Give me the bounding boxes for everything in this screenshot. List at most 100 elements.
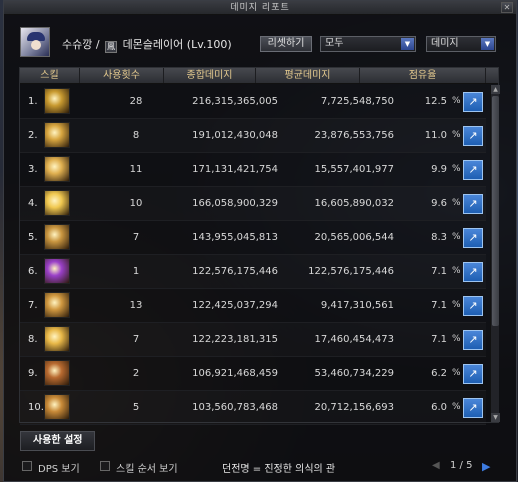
table-row[interactable]: 9. 2 106,921,468,459 53,460,734,229 6.2 … <box>20 357 486 391</box>
skill-icon <box>44 394 70 420</box>
row-casts: 10 <box>129 198 143 209</box>
scroll-down-icon[interactable]: ▼ <box>491 413 500 422</box>
detail-button[interactable]: ↗ <box>463 262 483 282</box>
row-total-damage: 166,058,900,329 <box>192 198 278 209</box>
reset-button[interactable]: 리셋하기 <box>260 36 312 52</box>
skill-table: 스킬 사용횟수 종합데미지 평균데미지 점유율 1. 28 216,315,36… <box>19 67 500 425</box>
row-rank: 3. <box>28 164 38 175</box>
class-icon: 鳳 <box>105 41 118 53</box>
row-total-damage: 122,223,181,315 <box>192 334 278 345</box>
skill-icon <box>44 258 70 284</box>
header-avg-damage[interactable]: 평균데미지 <box>256 68 360 83</box>
table-row[interactable]: 3. 11 171,131,421,754 15,557,401,977 9.9… <box>20 153 486 187</box>
header-casts[interactable]: 사용횟수 <box>80 68 164 83</box>
row-share: 6.2 <box>431 368 447 379</box>
detail-button[interactable]: ↗ <box>463 364 483 384</box>
detail-button[interactable]: ↗ <box>463 160 483 180</box>
table-row[interactable]: 4. 10 166,058,900,329 16,605,890,032 9.6… <box>20 187 486 221</box>
row-avg-damage: 16,605,890,032 <box>314 198 394 209</box>
row-total-damage: 216,315,365,005 <box>192 96 278 107</box>
row-total-damage: 103,560,783,468 <box>192 402 278 413</box>
scrollbar[interactable]: ▲ ▼ <box>490 85 500 422</box>
table-row[interactable]: 1. 28 216,315,365,005 7,725,548,750 12.5… <box>20 85 486 119</box>
skill-icon <box>44 292 70 318</box>
table-row[interactable]: 5. 7 143,955,045,813 20,565,006,544 8.3 … <box>20 221 486 255</box>
chevron-down-icon[interactable]: ▼ <box>401 38 414 50</box>
external-link-icon: ↗ <box>468 299 478 312</box>
skill-icon <box>44 122 70 148</box>
filter-select-value: 모두 <box>325 38 344 49</box>
row-avg-damage: 23,876,553,756 <box>314 130 394 141</box>
dungeon-title: 던전명 = 진정한 의식의 관 <box>222 464 336 475</box>
scroll-up-icon[interactable]: ▲ <box>491 85 500 94</box>
detail-button[interactable]: ↗ <box>463 398 483 418</box>
skill-icon <box>44 360 70 386</box>
row-casts: 13 <box>129 300 143 311</box>
detail-button[interactable]: ↗ <box>463 296 483 316</box>
chevron-down-icon[interactable]: ▼ <box>481 38 494 50</box>
row-share: 8.3 <box>431 232 447 243</box>
row-rank: 1. <box>28 96 38 107</box>
avatar <box>20 27 50 57</box>
detail-button[interactable]: ↗ <box>463 228 483 248</box>
external-link-icon: ↗ <box>468 401 478 414</box>
detail-button[interactable]: ↗ <box>463 194 483 214</box>
table-row[interactable]: 6. 1 122,576,175,446 122,576,175,446 7.1… <box>20 255 486 289</box>
header-total-damage[interactable]: 종합데미지 <box>164 68 256 83</box>
row-rank: 8. <box>28 334 38 345</box>
window-title: 데미지 리포트 <box>230 3 290 13</box>
row-total-damage: 191,012,430,048 <box>192 130 278 141</box>
character-name-prefix: 수슈깡 / <box>62 38 100 51</box>
row-casts: 2 <box>132 368 140 379</box>
percent-sign: % <box>452 402 461 412</box>
percent-sign: % <box>452 232 461 242</box>
external-link-icon: ↗ <box>468 333 478 346</box>
skill-icon <box>44 326 70 352</box>
sort-select-value: 데미지 <box>431 38 459 49</box>
dps-label: DPS 보기 <box>38 464 80 475</box>
row-share: 7.1 <box>431 266 447 277</box>
filter-select[interactable]: 모두 ▼ <box>320 36 416 52</box>
sort-select[interactable]: 데미지 ▼ <box>426 36 496 52</box>
percent-sign: % <box>452 130 461 140</box>
table-row[interactable]: 2. 8 191,012,430,048 23,876,553,756 11.0… <box>20 119 486 153</box>
next-page-icon[interactable]: ▶ <box>482 460 492 473</box>
character-name: 수슈깡 / 鳳 데몬슬레이어 (Lv.100) <box>62 36 232 53</box>
tab-used-settings[interactable]: 사용한 설정 <box>20 431 96 451</box>
percent-sign: % <box>452 266 461 276</box>
external-link-icon: ↗ <box>468 231 478 244</box>
percent-sign: % <box>452 300 461 310</box>
row-avg-damage: 20,565,006,544 <box>314 232 394 243</box>
detail-button[interactable]: ↗ <box>463 126 483 146</box>
table-row[interactable]: 7. 13 122,425,037,294 9,417,310,561 7.1 … <box>20 289 486 323</box>
row-total-damage: 106,921,468,459 <box>192 368 278 379</box>
row-rank: 2. <box>28 130 38 141</box>
scroll-thumb[interactable] <box>492 96 499 326</box>
row-avg-damage: 122,576,175,446 <box>308 266 394 277</box>
report-header: 수슈깡 / 鳳 데몬슬레이어 (Lv.100) 리셋하기 모두 ▼ 데미지 ▼ <box>16 27 506 59</box>
row-avg-damage: 15,557,401,977 <box>314 164 394 175</box>
prev-page-icon[interactable]: ◀ <box>432 460 442 472</box>
row-share: 9.9 <box>431 164 447 175</box>
detail-button[interactable]: ↗ <box>463 330 483 350</box>
percent-sign: % <box>452 198 461 208</box>
titlebar[interactable]: 데미지 리포트 ✕ <box>4 1 516 15</box>
footer: DPS 보기 스킬 순서 보기 던전명 = 진정한 의식의 관 ◀ 1 / 5 … <box>22 460 502 475</box>
header-skill[interactable]: 스킬 <box>20 68 80 83</box>
external-link-icon: ↗ <box>468 197 478 210</box>
external-link-icon: ↗ <box>468 129 478 142</box>
row-total-damage: 143,955,045,813 <box>192 232 278 243</box>
close-icon[interactable]: ✕ <box>501 2 513 13</box>
row-casts: 7 <box>132 334 140 345</box>
damage-report-window: 데미지 리포트 ✕ 수슈깡 / 鳳 데몬슬레이어 (Lv.100) 리셋하기 모… <box>3 0 517 482</box>
avatar-face <box>31 40 41 50</box>
skill-order-checkbox[interactable] <box>100 461 110 471</box>
dps-checkbox[interactable] <box>22 461 32 471</box>
table-row[interactable]: 10. 5 103,560,783,468 20,712,156,693 6.0… <box>20 391 486 425</box>
percent-sign: % <box>452 334 461 344</box>
header-share[interactable]: 점유율 <box>360 68 486 83</box>
detail-button[interactable]: ↗ <box>463 92 483 112</box>
row-rank: 4. <box>28 198 38 209</box>
table-row[interactable]: 8. 7 122,223,181,315 17,460,454,473 7.1 … <box>20 323 486 357</box>
percent-sign: % <box>452 368 461 378</box>
